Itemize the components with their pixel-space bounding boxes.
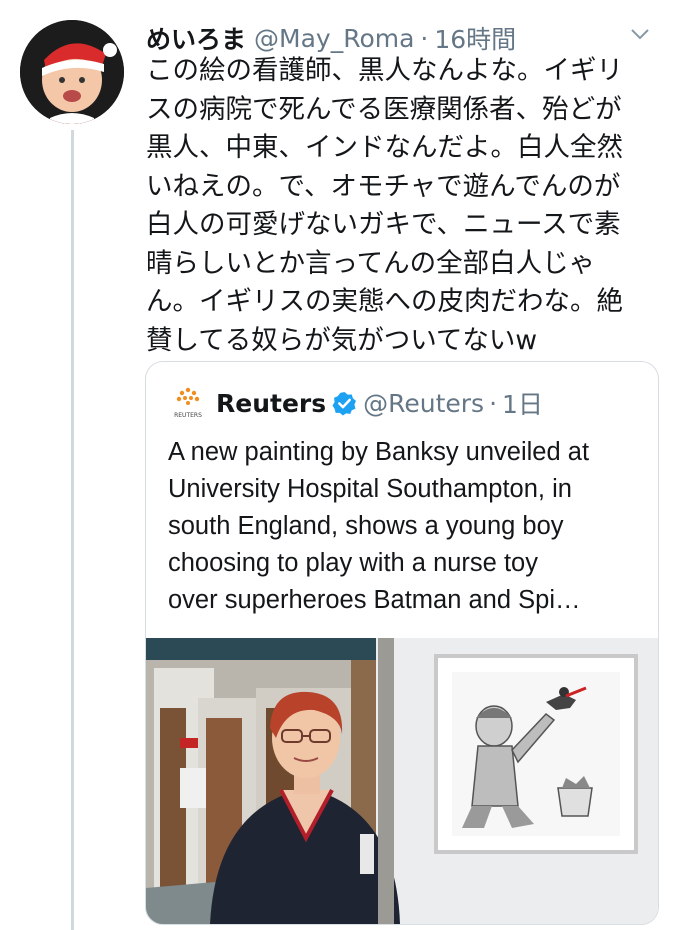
quote-media-image[interactable] (146, 638, 658, 924)
separator-dot: · (489, 388, 498, 418)
tweet-line: 賛してる奴らが気がついてないw (146, 324, 538, 356)
baby-avatar-image (20, 20, 124, 124)
tweet-line: 白人の可愛げないガキで、ニュースで素 (146, 209, 621, 240)
tweet-line: いねえの。で、オモチャで遊んでんのが (146, 170, 621, 202)
quote-text: A new painting by Banksy unveiled at Uni… (168, 434, 648, 619)
quote-line: over superheroes Batman and Spi… (168, 586, 581, 614)
quote-line: south England, shows a young boy (168, 512, 564, 540)
quoted-tweet-card[interactable]: REUTERS Reuters @Reuters · 1日 A new pain… (145, 361, 659, 925)
chevron-down-icon[interactable] (628, 22, 652, 46)
display-name[interactable]: めいろま (146, 20, 246, 56)
quote-line: A new painting by Banksy unveiled at (168, 438, 590, 466)
quote-line: choosing to play with a nurse toy (168, 549, 538, 577)
verified-badge-icon (332, 391, 357, 415)
tweet-line: この絵の看護師、黒人なんよな。イギリ (146, 55, 623, 86)
avatar[interactable] (20, 20, 124, 124)
separator-dot: · (420, 23, 429, 53)
quote-display-name[interactable]: Reuters (216, 389, 326, 418)
quote-header: REUTERS Reuters @Reuters · 1日 (168, 384, 543, 422)
logo-wordmark: REUTERS (174, 412, 202, 419)
tweet-line: 黒人、中東、インドなんだよ。白人全然 (146, 132, 623, 163)
quote-handle[interactable]: @Reuters (363, 389, 484, 418)
tweet-line: 晴らしいとか言ってんの全部白人じゃ (146, 247, 596, 279)
tweet-line: ん。イギリスの実態への皮肉だわな。絶 (146, 286, 623, 317)
quote-line: University Hospital Southampton, in (168, 475, 572, 503)
reuters-logo[interactable]: REUTERS (168, 384, 208, 422)
handle[interactable]: @May_Roma (254, 24, 414, 53)
tweet-text: この絵の看護師、黒人なんよな。イギリ スの病院で死んでる医療関係者、殆どが 黒人… (146, 52, 666, 360)
quote-timestamp[interactable]: 1日 (502, 385, 543, 421)
tweet-line: スの病院で死んでる医療関係者、殆どが (146, 93, 622, 125)
timestamp[interactable]: 16時間 (434, 20, 516, 56)
thread-line (71, 130, 74, 930)
